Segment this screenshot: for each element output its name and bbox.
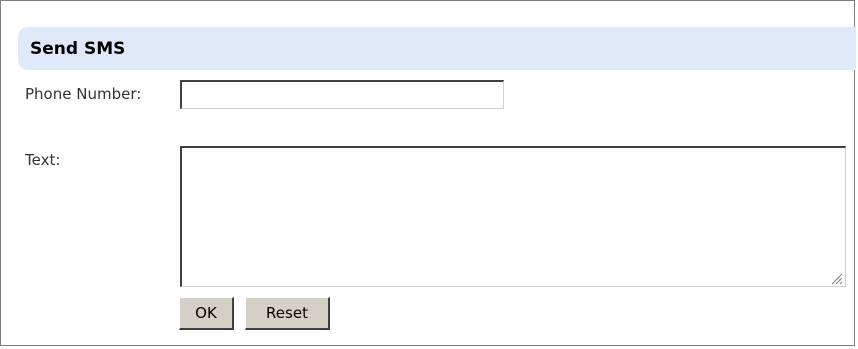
panel-header: Send SMS [18,27,856,70]
reset-button[interactable]: Reset [245,297,330,330]
panel-title: Send SMS [30,39,126,59]
send-sms-panel: Send SMS Phone Number: Text: OK Reset [0,0,856,346]
resize-grip-icon[interactable] [829,271,843,285]
text-label: Text: [25,151,61,169]
phone-number-label: Phone Number: [25,85,142,103]
message-textarea[interactable] [180,146,846,287]
ok-button[interactable]: OK [179,297,234,330]
phone-number-input[interactable] [180,80,504,109]
